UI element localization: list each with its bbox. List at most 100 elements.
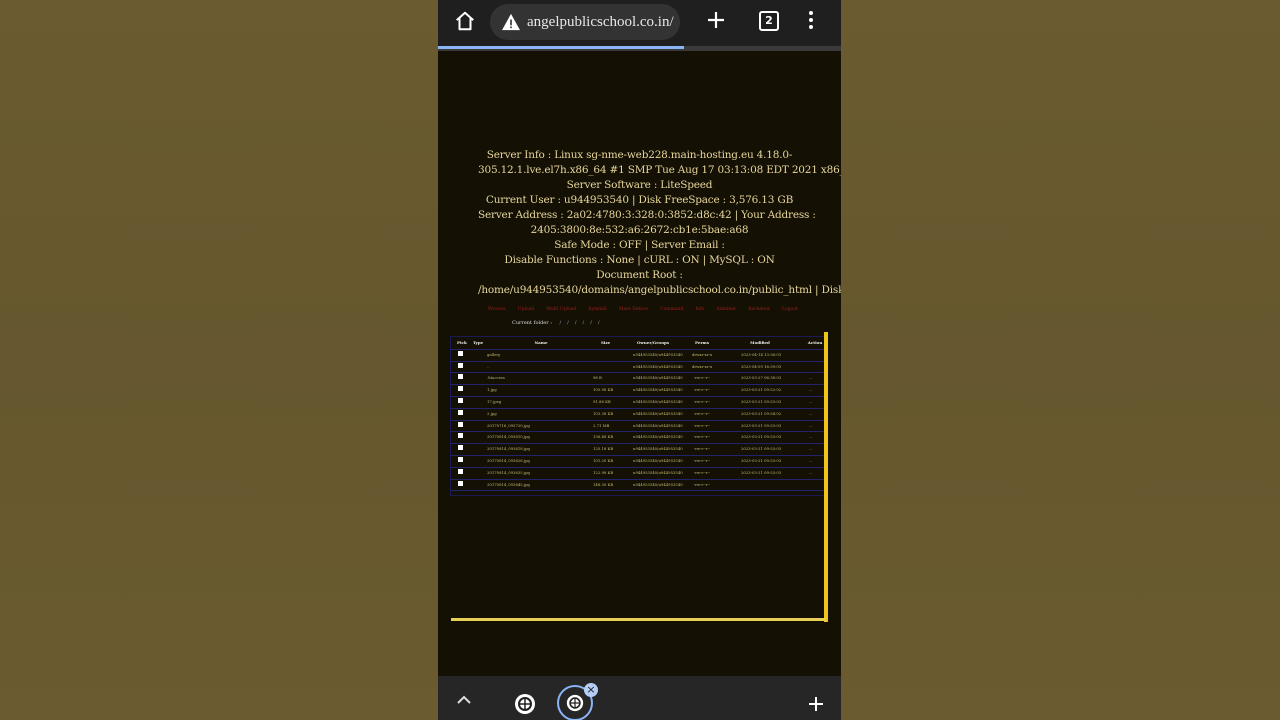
not-secure-warning-icon[interactable] (501, 13, 521, 31)
file-action-menu[interactable]: ... (809, 423, 813, 428)
page-load-progress (438, 46, 841, 51)
file-perms[interactable]: -rw-r--r-- (691, 458, 713, 463)
server-info-line: Document Root : (596, 269, 683, 281)
file-perms[interactable]: -rw-r--r-- (691, 375, 713, 380)
file-name-link[interactable]: 20170716_095720.jpg (487, 423, 530, 428)
close-tab-icon[interactable]: × (584, 683, 598, 697)
folder-path-segment[interactable]: / (598, 320, 600, 326)
tool-link[interactable]: Info (695, 307, 704, 312)
column-header: Size (601, 340, 611, 345)
file-owner: u944953540/u944953540 (633, 399, 683, 404)
file-owner: u944953540/u944953540 (633, 375, 683, 381)
file-name-link[interactable]: .htaccess (487, 375, 505, 380)
file-name-link[interactable]: 17.jpeg (487, 399, 501, 404)
file-action-menu[interactable]: ... (809, 470, 813, 475)
file-action-menu[interactable]: ... (809, 411, 813, 416)
file-perms[interactable]: -rw-r--r-- (691, 434, 713, 439)
page-load-progress-fill (438, 46, 684, 49)
file-size: 2.71 MB (593, 422, 610, 428)
tool-link[interactable]: Multi Upload (546, 307, 576, 312)
table-row: 20170814_093645.jpg 148.30 KB u944953540/u… (451, 479, 825, 492)
tool-link[interactable]: Command (660, 307, 683, 312)
folder-path-segment[interactable]: / (583, 320, 585, 326)
column-header: Action (807, 340, 823, 345)
file-name-link[interactable]: 20170814_093618.jpg (487, 446, 530, 451)
file-perms[interactable]: -rw-r--r-- (691, 387, 713, 392)
new-tab-icon[interactable] (706, 10, 726, 30)
file-size: 105.98 KB (593, 387, 614, 393)
row-checkbox[interactable] (458, 433, 463, 439)
current-folder-label: Current folder : (512, 320, 552, 326)
file-action-menu[interactable]: ... (809, 375, 813, 380)
tool-link[interactable]: Logout (782, 307, 798, 312)
file-owner: u944953540/u944953540 (633, 458, 683, 463)
file-name-link[interactable]: 20170814_093610.jpg (487, 434, 530, 439)
file-perms[interactable]: -rw-r--r-- (691, 446, 713, 451)
file-action-menu[interactable]: ... (809, 446, 813, 451)
highlight-line-horizontal (451, 618, 826, 621)
server-info-line: Server Info : Linux sg-nme-web228.main-h… (486, 149, 793, 161)
file-owner: u944953540/u944953540 (633, 446, 683, 452)
server-info-line: Current User : u944953540 | Disk FreeSpa… (485, 194, 794, 206)
folder-path-segment[interactable]: / (590, 320, 592, 326)
browser-toolbar: angelpublicschool.co.in/ 2 (438, 0, 841, 51)
row-checkbox[interactable] (458, 386, 463, 392)
row-checkbox[interactable] (458, 468, 463, 474)
row-checkbox[interactable] (458, 398, 463, 403)
file-modified: 2023-04-09 16:39:03 (741, 363, 782, 369)
current-folder-path: Current folder : / / / / / / (512, 320, 772, 326)
home-icon[interactable] (454, 10, 476, 32)
server-info-line: Server Address : 2a02:4780:3:328:0:3852:… (478, 209, 816, 221)
server-info-line: Server Software : LiteSpeed (566, 179, 713, 191)
file-perms[interactable]: drwxr-xr-x (691, 352, 713, 357)
row-checkbox[interactable] (458, 421, 463, 427)
file-perms[interactable]: -rw-r--r-- (691, 411, 713, 416)
site-favicon-icon[interactable] (514, 693, 536, 715)
file-name-link[interactable]: .. (487, 364, 489, 369)
more-menu-icon[interactable] (806, 11, 816, 33)
file-size: 136.48 KB (593, 434, 614, 440)
row-checkbox[interactable] (458, 480, 463, 486)
column-header: Type (473, 340, 484, 345)
tab-switcher-button[interactable]: 2 (759, 11, 779, 31)
tool-link[interactable]: Mass Deface (619, 307, 648, 312)
file-action-menu[interactable]: ... (809, 387, 813, 392)
file-name-link[interactable]: 20170814_093645.jpg (487, 482, 530, 487)
row-checkbox[interactable] (458, 362, 463, 368)
row-checkbox[interactable] (458, 374, 463, 380)
address-bar[interactable]: angelpublicschool.co.in/ (490, 4, 680, 40)
file-action-menu[interactable]: ... (809, 434, 813, 439)
folder-path-segment[interactable]: / (559, 320, 561, 326)
file-perms[interactable]: -rw-r--r-- (691, 423, 713, 428)
add-tab-icon[interactable] (808, 696, 824, 712)
file-perms[interactable]: drwxr-xr-x (691, 364, 713, 369)
folder-path-segment[interactable]: / (567, 320, 569, 326)
file-perms[interactable]: -rw-r--r-- (691, 482, 713, 487)
highlight-line-vertical (824, 332, 828, 622)
file-name-link[interactable]: 1.jpg (487, 387, 497, 392)
file-perms[interactable]: -rw-r--r-- (691, 399, 713, 404)
folder-path-segment[interactable]: / (575, 320, 577, 326)
row-checkbox[interactable] (458, 445, 463, 451)
file-name-link[interactable]: gallery (487, 352, 500, 357)
tool-link[interactable]: Upload (518, 307, 534, 312)
tool-link[interactable]: Process (488, 307, 506, 312)
file-action-menu[interactable]: ... (809, 458, 813, 463)
row-checkbox[interactable] (458, 350, 463, 356)
tool-link[interactable]: Backdoor (748, 307, 770, 312)
file-perms[interactable]: -rw-r--r-- (691, 470, 713, 475)
server-info-line: 2405:3800:8e:532:a6:2672:cb1e:5bae:a68 (530, 224, 749, 236)
file-modified: 2023-03-21 09:52:02 (741, 387, 782, 393)
chevron-up-icon[interactable] (457, 695, 471, 705)
tool-link[interactable]: Adminer (717, 307, 737, 312)
file-size: 101.20 KB (593, 458, 614, 463)
row-checkbox[interactable] (458, 409, 463, 415)
file-name-link[interactable]: 20170814_093626.jpg (487, 458, 530, 463)
file-owner: u944953540/u944953540 (633, 410, 683, 416)
file-name-link[interactable]: 20170814_093635.jpg (487, 470, 530, 475)
tool-link[interactable]: Symlink (588, 307, 606, 312)
column-header: Perms (695, 340, 710, 345)
row-checkbox[interactable] (458, 457, 463, 462)
file-action-menu[interactable]: ... (809, 399, 813, 404)
file-name-link[interactable]: 2.jpg (487, 411, 497, 416)
